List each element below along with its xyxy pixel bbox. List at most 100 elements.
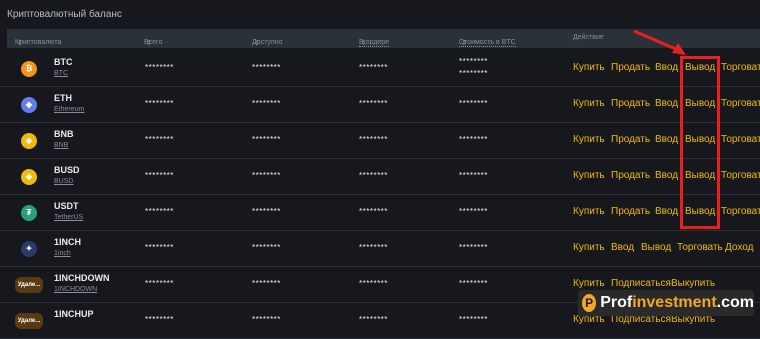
action-button[interactable]: Купить [573, 242, 605, 253]
btc-value: ******** [459, 315, 488, 324]
total-value: ******** [145, 171, 174, 180]
in-orders-value: ******** [359, 99, 388, 108]
coin-name-link[interactable]: BNB [54, 142, 68, 149]
action-button[interactable]: Ввод [655, 170, 678, 181]
action-button[interactable]: Торговать [721, 206, 760, 217]
ethereum-icon: ◆ [21, 97, 37, 113]
action-button[interactable]: Продать [611, 170, 650, 181]
available-value: ******** [252, 279, 281, 288]
table-row: ₮ USDT TetherUS ******** ******** ******** ***… [0, 194, 760, 231]
btc-value: ******** [459, 135, 488, 144]
table-row: ◈ BUSD BUSD ******** ******** ******** *******… [0, 158, 760, 195]
available-value: ******** [252, 315, 281, 324]
btc-value: ******** [459, 279, 488, 288]
in-orders-value: ******** [359, 279, 388, 288]
coin-name-link[interactable]: 1INCHDOWN [54, 286, 97, 293]
btc-value: ******** [459, 171, 488, 180]
in-orders-value: ******** [359, 63, 388, 72]
sort-icon: ⇕ [146, 40, 152, 47]
in-orders-value: ******** [359, 171, 388, 180]
action-button[interactable]: Купить [573, 170, 605, 181]
btc-value: ******** [459, 57, 488, 66]
action-button[interactable]: Продать [611, 206, 650, 217]
coin-symbol: BUSD [54, 165, 80, 175]
action-button[interactable]: Купить [573, 278, 605, 289]
available-value: ******** [252, 135, 281, 144]
action-button[interactable]: Доход [725, 242, 753, 253]
total-value: ******** [145, 207, 174, 216]
available-value: ******** [252, 99, 281, 108]
delisted-token-icon: Удале... [15, 313, 43, 329]
action-button[interactable]: Ввод [655, 206, 678, 217]
action-button[interactable]: Торговать [721, 170, 760, 181]
coin-symbol: 1INCHUP [54, 309, 94, 319]
btc-value-secondary: ******** [459, 69, 488, 78]
page-title: Криптовалютный баланс [7, 9, 122, 20]
action-button[interactable]: Продать [611, 134, 650, 145]
coin-symbol: 1INCHDOWN [54, 273, 110, 283]
watermark: P Profinvestment.com [578, 290, 754, 316]
in-orders-value: ******** [359, 315, 388, 324]
coin-symbol: USDT [54, 201, 79, 211]
btc-value: ******** [459, 99, 488, 108]
watermark-logo-icon: P [582, 294, 597, 312]
coin-symbol: 1INCH [54, 237, 82, 247]
watermark-text: Profinvestment.com [600, 294, 754, 311]
coin-name-link[interactable]: 1inch [54, 250, 71, 257]
available-value: ******** [252, 207, 281, 216]
action-button[interactable]: Купить [573, 206, 605, 217]
sort-icon: ⇕ [17, 40, 23, 47]
coin-name-link[interactable]: BTC [54, 70, 68, 77]
col-action: Действие [573, 34, 604, 41]
action-button[interactable]: Торговать [721, 98, 760, 109]
coin-symbol: BTC [54, 57, 73, 67]
available-value: ******** [252, 243, 281, 252]
action-button[interactable]: Ввод [611, 242, 634, 253]
action-button[interactable]: Вывод [641, 242, 671, 253]
coin-name-link[interactable]: TetherUS [54, 214, 83, 221]
busd-icon: ◈ [21, 169, 37, 185]
action-button[interactable]: Торговать [721, 62, 760, 73]
bnb-icon: ◈ [21, 133, 37, 149]
action-button[interactable]: Купить [573, 98, 605, 109]
action-button[interactable]: Торговать [721, 134, 760, 145]
in-orders-value: ******** [359, 135, 388, 144]
sort-icon: ⇕ [254, 40, 260, 47]
table-row: ◈ BNB BNB ******** ******** ******** ******** К… [0, 122, 760, 159]
total-value: ******** [145, 99, 174, 108]
coin-symbol: BNB [54, 129, 74, 139]
coin-name-link[interactable]: Ethereum [54, 106, 84, 113]
bitcoin-icon: ₿ [21, 61, 37, 77]
action-button[interactable]: Купить [573, 62, 605, 73]
action-button[interactable]: Ввод [655, 62, 678, 73]
table-row: ◆ ETH Ethereum ******** ******** ******** ****… [0, 86, 760, 123]
btc-value: ******** [459, 207, 488, 216]
1inch-icon: ✦ [21, 241, 37, 257]
action-button[interactable]: Ввод [655, 134, 678, 145]
total-value: ******** [145, 279, 174, 288]
coin-symbol: ETH [54, 93, 72, 103]
coin-name-link[interactable]: BUSD [54, 178, 73, 185]
action-button[interactable]: Продать [611, 98, 650, 109]
available-value: ******** [252, 171, 281, 180]
total-value: ******** [145, 63, 174, 72]
sort-icon: ⇕ [361, 40, 367, 47]
in-orders-value: ******** [359, 243, 388, 252]
sort-icon: ⇕ [461, 40, 467, 47]
total-value: ******** [145, 135, 174, 144]
action-button[interactable]: Выкупить [671, 278, 715, 289]
total-value: ******** [145, 315, 174, 324]
action-button[interactable]: Продать [611, 62, 650, 73]
action-button[interactable]: Подписаться [611, 278, 671, 289]
arrow-annotation [633, 29, 686, 55]
btc-value: ******** [459, 243, 488, 252]
table-row: ✦ 1INCH 1inch ******** ******** ******** *****… [0, 230, 760, 267]
tether-icon: ₮ [21, 205, 37, 221]
delisted-token-icon: Удале... [15, 277, 43, 293]
action-button[interactable]: Купить [573, 134, 605, 145]
total-value: ******** [145, 243, 174, 252]
action-button[interactable]: Торговать [677, 242, 723, 253]
highlight-box [680, 56, 720, 229]
action-button[interactable]: Ввод [655, 98, 678, 109]
in-orders-value: ******** [359, 207, 388, 216]
